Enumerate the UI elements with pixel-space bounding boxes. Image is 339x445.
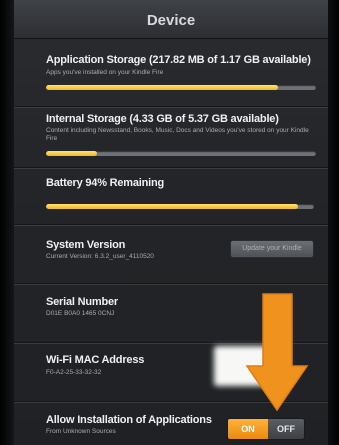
device-photo-frame: Device Application Storage (217.82 MB of… bbox=[0, 0, 339, 445]
down-arrow-icon bbox=[245, 293, 309, 412]
arrow-shape bbox=[245, 293, 309, 412]
